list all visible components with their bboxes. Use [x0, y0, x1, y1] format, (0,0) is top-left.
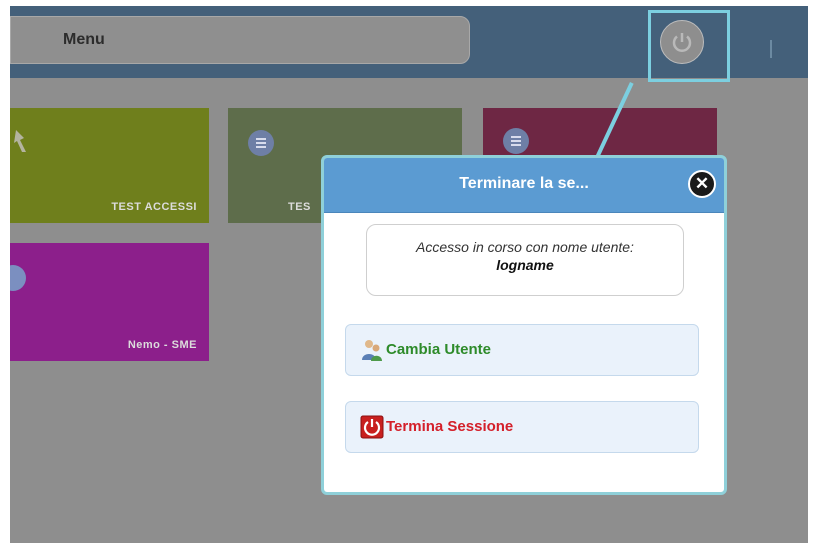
tile-app-icon — [14, 130, 26, 152]
user-prompt: Accesso in corso con nome utente: — [416, 239, 634, 255]
logout-dialog: Terminare la se... ✕ Accesso in corso co… — [321, 155, 727, 495]
list-icon — [248, 130, 274, 156]
users-icon — [362, 340, 382, 361]
tile-nemo-sme[interactable]: Nemo - SME — [10, 243, 209, 361]
tile-label: TEST ACCESSI — [111, 201, 197, 213]
change-user-label: Cambia Utente — [386, 341, 492, 358]
change-user-button[interactable]: Cambia Utente — [345, 324, 699, 376]
tile-label: TES — [288, 201, 311, 213]
current-user-box: Accesso in corso con nome utente: lognam… — [366, 224, 684, 296]
close-button[interactable]: ✕ — [688, 170, 716, 198]
power-button-highlight — [648, 10, 730, 82]
dialog-header: Terminare la se... ✕ — [324, 158, 724, 213]
menu-button[interactable]: Menu — [10, 16, 470, 64]
tile-label: Nemo - SME — [127, 339, 197, 351]
end-session-button[interactable]: Termina Sessione — [345, 401, 699, 453]
tile-test-accessi[interactable]: TEST ACCESSI — [10, 108, 209, 223]
close-icon: ✕ — [694, 174, 710, 193]
menu-label: Menu — [63, 31, 105, 48]
list-icon — [503, 128, 529, 154]
app-frame: Menu TEST ACCESSI TES Nemo - SME Termina… — [10, 6, 808, 543]
power-off-icon — [360, 415, 384, 439]
topbar-divider — [770, 40, 772, 58]
end-session-label: Termina Sessione — [386, 418, 514, 435]
username: logname — [496, 257, 554, 273]
dialog-title: Terminare la se... — [459, 175, 589, 192]
tile-app-icon — [10, 265, 26, 291]
